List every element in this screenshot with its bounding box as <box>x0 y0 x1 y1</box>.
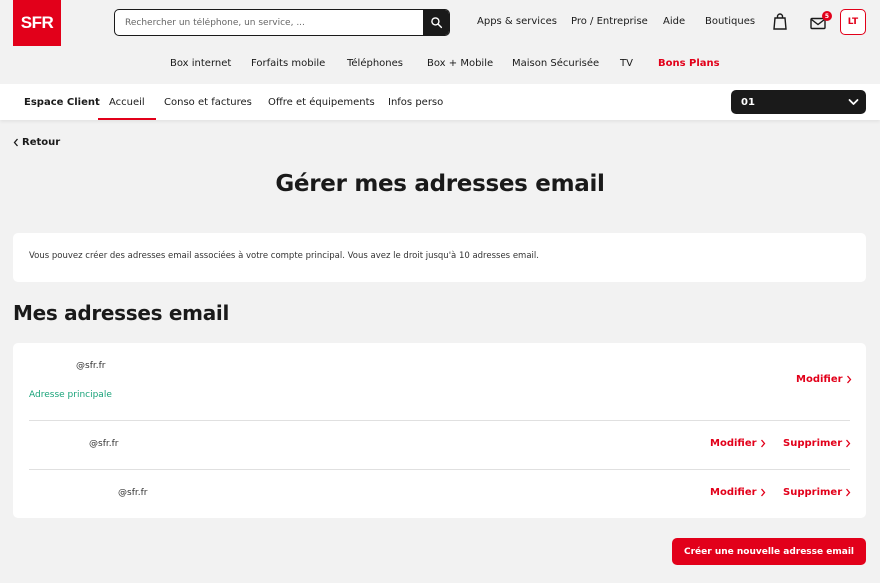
modify-label: Modifier <box>710 438 757 449</box>
link-pro-entreprise[interactable]: Pro / Entreprise <box>571 16 648 27</box>
tab-conso-factures[interactable]: Conso et factures <box>164 84 252 120</box>
nav-tv[interactable]: TV <box>620 58 633 69</box>
espace-client-title: Espace Client <box>24 96 100 108</box>
primary-address-tag: Adresse principale <box>29 390 112 400</box>
nav-forfaits-mobile[interactable]: Forfaits mobile <box>251 58 325 69</box>
delete-label: Supprimer <box>783 487 843 498</box>
delete-button[interactable]: Supprimer <box>783 438 851 449</box>
email-address: @sfr.fr <box>118 488 148 498</box>
link-apps-services[interactable]: Apps & services <box>477 16 557 27</box>
chevron-right-icon <box>846 375 851 384</box>
back-link[interactable]: Retour <box>13 137 60 148</box>
page-title: Gérer mes adresses email <box>275 171 605 197</box>
chevron-left-icon <box>13 138 18 147</box>
nav-box-mobile[interactable]: Box + Mobile <box>427 58 493 69</box>
search-icon <box>430 17 442 29</box>
chevron-right-icon <box>846 439 851 448</box>
link-boutiques[interactable]: Boutiques <box>705 16 755 27</box>
nav-maison-securisee[interactable]: Maison Sécurisée <box>512 58 599 69</box>
email-list: @sfr.fr Adresse principale Modifier @sfr… <box>13 343 866 518</box>
line-selector[interactable]: 01 <box>731 90 866 114</box>
tab-infos-perso[interactable]: Infos perso <box>388 84 443 120</box>
section-title: Mes adresses email <box>13 301 230 325</box>
email-address: @sfr.fr <box>89 439 119 449</box>
info-text: Vous pouvez créer des adresses email ass… <box>29 251 539 261</box>
nav-telephones[interactable]: Téléphones <box>347 58 403 69</box>
delete-label: Supprimer <box>783 438 843 449</box>
espace-client-nav: Espace Client Accueil Conso et factures … <box>0 84 880 120</box>
email-address: @sfr.fr <box>76 361 106 371</box>
link-aide[interactable]: Aide <box>663 16 685 27</box>
search-input[interactable] <box>115 10 425 35</box>
line-selector-value: 01 <box>741 96 755 108</box>
mail-badge: 5 <box>822 11 832 21</box>
delete-button[interactable]: Supprimer <box>783 487 851 498</box>
chevron-down-icon <box>848 99 859 105</box>
tab-offre-equipements[interactable]: Offre et équipements <box>268 84 375 120</box>
nav-bons-plans[interactable]: Bons Plans <box>658 58 720 69</box>
sfr-logo[interactable]: SFR <box>13 0 61 46</box>
modify-label: Modifier <box>796 374 843 385</box>
modify-label: Modifier <box>710 487 757 498</box>
row-divider <box>29 469 850 470</box>
chevron-right-icon <box>760 488 765 497</box>
chevron-right-icon <box>760 439 765 448</box>
shopping-bag-icon <box>773 13 787 30</box>
modify-button[interactable]: Modifier <box>710 487 766 498</box>
search-bar <box>114 9 450 36</box>
cart-button[interactable] <box>773 13 787 34</box>
row-divider <box>29 420 850 421</box>
info-card: Vous pouvez créer des adresses email ass… <box>13 233 866 282</box>
top-bar: SFR Apps & services Pro / Entreprise Aid… <box>0 0 880 84</box>
modify-button[interactable]: Modifier <box>710 438 766 449</box>
avatar[interactable]: LT <box>840 9 866 35</box>
create-email-button[interactable]: Créer une nouvelle adresse email <box>672 538 866 565</box>
modify-button[interactable]: Modifier <box>796 374 852 385</box>
tab-accueil[interactable]: Accueil <box>98 84 156 120</box>
back-label: Retour <box>22 137 61 148</box>
search-button[interactable] <box>423 10 449 35</box>
nav-box-internet[interactable]: Box internet <box>170 58 231 69</box>
chevron-right-icon <box>846 488 851 497</box>
